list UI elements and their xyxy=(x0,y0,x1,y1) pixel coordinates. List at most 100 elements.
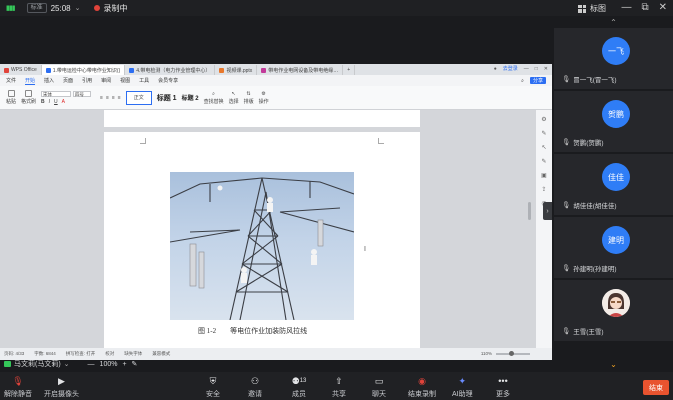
stop-recording-button[interactable]: ◉ 结束录制 xyxy=(408,375,436,399)
menu-page[interactable]: 页面 xyxy=(63,77,73,84)
minimize-icon[interactable]: — xyxy=(621,2,631,13)
scrollbar-thumb[interactable] xyxy=(528,202,531,220)
scroll-up-icon[interactable]: ⌃ xyxy=(554,16,673,28)
paste-button[interactable]: 粘贴 xyxy=(6,90,16,105)
security-button[interactable]: ⛨ 安全 xyxy=(206,375,220,399)
restore-icon[interactable]: ⧉ xyxy=(641,2,648,13)
doc-icon xyxy=(129,67,135,73)
share-button[interactable]: 分享 xyxy=(529,77,546,84)
screen-share-icon xyxy=(4,361,11,367)
avatar: 一飞 xyxy=(602,37,630,65)
font-name-select[interactable]: 宋体 xyxy=(41,90,72,97)
font-size-select[interactable]: 四号 xyxy=(73,90,92,97)
find-replace-button[interactable]: ⌕ 查找替换 xyxy=(204,91,224,105)
search-icon: ⌕ xyxy=(212,90,215,97)
signal-icon: ▮▮▮ xyxy=(6,5,16,12)
participant-tile[interactable]: 建明 🎙 孙建明(孙建明) xyxy=(554,217,673,279)
participant-tile[interactable]: 一飞 🎙 冒一飞(冒一飞) xyxy=(554,28,673,90)
more-button[interactable]: ••• 更多 xyxy=(496,375,510,399)
invite-button[interactable]: ⚇ 邀请 xyxy=(248,375,262,399)
italic-icon[interactable]: I xyxy=(49,99,50,105)
share-icon[interactable]: ⇪ xyxy=(541,186,546,193)
previous-page xyxy=(104,110,420,127)
menu-file[interactable]: 文件 xyxy=(6,77,16,84)
add-user-icon: ⚇ xyxy=(250,375,260,386)
participant-tile[interactable]: 佳佳 🎙 胡佳佳(胡佳佳) xyxy=(554,154,673,216)
font-color-icon[interactable]: A xyxy=(62,99,65,105)
cursor-icon[interactable]: ↖ xyxy=(541,144,546,151)
network-badge: 标准 xyxy=(26,3,47,13)
style-heading1[interactable]: 标题 1 xyxy=(157,93,177,103)
bold-icon[interactable]: B xyxy=(41,99,45,105)
select-button[interactable]: ↖ 选择 xyxy=(229,91,239,105)
wps-tab[interactable]: 4.带电检测（电力作业管理中心） xyxy=(125,65,216,75)
participant-tile[interactable]: 贺鹏 🎙 贺鹏(贺鹏) xyxy=(554,91,673,153)
members-button[interactable]: ⚉ 13 成员 xyxy=(288,375,310,399)
format-painter-button[interactable]: 格式刷 xyxy=(21,90,36,105)
minimize-icon[interactable]: — xyxy=(524,66,529,72)
wps-tab[interactable]: 视频课.pptx xyxy=(215,65,258,75)
collapse-panel-button[interactable]: › xyxy=(543,202,552,220)
menu-reference[interactable]: 引用 xyxy=(82,77,92,84)
ops-button[interactable]: ⚙ 操作 xyxy=(259,91,269,105)
zoom-value: 100% xyxy=(99,360,118,368)
menu-review[interactable]: 审阅 xyxy=(101,77,111,84)
align-center-icon[interactable]: ≡ xyxy=(106,95,109,101)
style-heading2[interactable]: 标题 2 xyxy=(182,93,199,102)
menu-insert[interactable]: 插入 xyxy=(44,77,54,84)
align-left-icon[interactable]: ≡ xyxy=(100,95,103,101)
chat-button[interactable]: ▭ 聊天 xyxy=(372,375,386,399)
justify-icon[interactable]: ≡ xyxy=(118,95,121,101)
right-tool-panel: ⚙ ✎ ↖ ✎ ▣ ⇪ ◷ xyxy=(536,110,552,348)
chevron-down-icon[interactable]: ⌄ xyxy=(64,360,70,368)
wps-tab[interactable]: 1.带电运检中心带电作业知识() xyxy=(41,65,126,75)
image-icon[interactable]: ▣ xyxy=(541,172,547,179)
mic-icon: 🎙 xyxy=(562,328,571,335)
zoom-in-button[interactable]: + xyxy=(122,361,126,368)
avatar xyxy=(602,289,630,317)
view-switch-button[interactable]: 标图 xyxy=(578,3,606,14)
document-page[interactable]: 图 1-2 等电位作业加装防风拉线 I xyxy=(104,132,420,348)
camera-button[interactable]: ▶ 开启摄像头 xyxy=(44,375,79,399)
close-icon[interactable]: ✕ xyxy=(659,2,667,13)
sort-button[interactable]: ⇅ 排版 xyxy=(244,91,254,105)
menu-member[interactable]: 会员专享 xyxy=(158,77,178,84)
grid-icon xyxy=(578,4,586,13)
ai-assistant-button[interactable]: ✦ AI助理 xyxy=(452,375,473,399)
participant-tile[interactable]: 🎙 王雪(王雪) xyxy=(554,280,673,342)
align-right-icon[interactable]: ≡ xyxy=(112,95,115,101)
chevron-down-icon[interactable]: ⌄ xyxy=(75,4,81,12)
shield-icon: ⛨ xyxy=(209,375,217,386)
pen-icon[interactable]: ✎ xyxy=(132,360,138,368)
share-screen-button[interactable]: ⇧ 共享 xyxy=(332,375,346,399)
document-canvas[interactable]: 图 1-2 等电位作业加装防风拉线 I xyxy=(0,110,536,348)
members-icon: ⚉ 13 xyxy=(291,375,307,386)
wps-tab[interactable]: 带电作业电网设备及带电绝缘… xyxy=(257,65,344,75)
wps-tab[interactable]: WPS Office xyxy=(0,65,42,75)
pen-icon[interactable]: ✎ xyxy=(541,158,546,165)
new-tab-button[interactable]: + xyxy=(343,65,356,75)
avatar-icon: ● xyxy=(493,65,497,72)
search-icon[interactable]: ⌕ xyxy=(521,78,524,84)
menu-home[interactable]: 开始 xyxy=(25,77,36,85)
meeting-timer: 25:08 xyxy=(50,3,71,13)
pen-icon[interactable]: ✎ xyxy=(541,130,546,137)
avatar: 佳佳 xyxy=(602,163,630,191)
chat-icon: ▭ xyxy=(374,375,384,386)
menu-tools[interactable]: 工具 xyxy=(139,77,149,84)
zoom-out-button[interactable]: — xyxy=(88,361,95,368)
maximize-icon[interactable]: □ xyxy=(535,66,538,72)
login-link[interactable]: 去登录 xyxy=(503,65,518,72)
scroll-down-icon[interactable]: ⌄ xyxy=(554,356,673,372)
record-icon: ◉ xyxy=(418,375,426,386)
unmute-button[interactable]: 🎙 解除静音 xyxy=(4,375,32,399)
underline-icon[interactable]: U xyxy=(54,99,58,105)
close-icon[interactable]: ✕ xyxy=(544,66,548,72)
settings-icon[interactable]: ⚙ xyxy=(541,116,546,123)
text-cursor: I xyxy=(364,246,366,253)
style-normal[interactable]: 正文 xyxy=(125,90,152,105)
mic-icon: 🎙 xyxy=(562,265,571,272)
mic-icon: 🎙 xyxy=(562,76,571,83)
menu-view[interactable]: 视图 xyxy=(120,77,130,84)
end-meeting-button[interactable]: 结束 xyxy=(643,380,669,395)
